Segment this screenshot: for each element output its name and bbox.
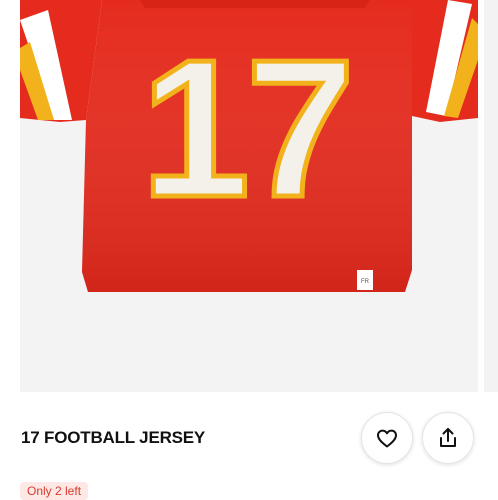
product-image[interactable]: 17 FR [20,0,478,392]
favorite-button[interactable] [361,412,413,464]
next-image-peek[interactable] [484,0,498,392]
stock-badge: Only 2 left [20,482,89,500]
share-icon [440,428,456,447]
share-button[interactable] [422,412,474,464]
jersey-number: 17 [141,19,351,238]
jersey-illustration: 17 FR [20,0,478,292]
product-title: 17 FOOTBALL JERSEY [21,428,206,447]
heart-icon [377,429,397,448]
jersey-tag: FR [361,279,370,285]
